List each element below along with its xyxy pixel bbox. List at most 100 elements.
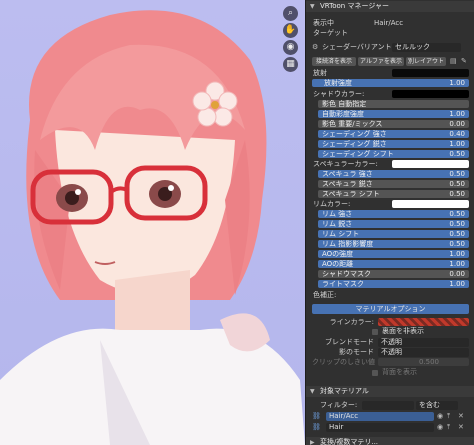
- setting-slider[interactable]: ライトマスク 1.00: [318, 280, 469, 288]
- chevron-down-icon: ▼: [310, 388, 315, 395]
- chevron-down-icon: ▼: [310, 3, 315, 10]
- setting-label: リム 鋭さ: [322, 220, 353, 228]
- emission-strength-value: 1.00: [449, 79, 465, 87]
- setting-label: スペキュラ 強さ: [322, 170, 373, 178]
- setting-label: シェーディング 鋭さ: [322, 140, 387, 148]
- filter-mode-dropdown[interactable]: を含む: [416, 401, 458, 410]
- edit-icon[interactable]: ✎: [461, 57, 467, 66]
- link-icon: ⛓: [312, 412, 321, 420]
- setting-slider[interactable]: シェーディング 鋭さ 1.00: [318, 140, 469, 148]
- rim-color-row: リムカラー:: [306, 200, 474, 209]
- setting-slider[interactable]: 影色 自動指定: [318, 100, 469, 108]
- panel-header[interactable]: ▼ VRToon マネージャー: [306, 1, 474, 12]
- setting-slider[interactable]: リム 鋭さ 0.50: [318, 220, 469, 228]
- display-label: 表示中: [313, 19, 334, 27]
- folder-icon[interactable]: ▤: [450, 57, 457, 66]
- blend-mode-dropdown[interactable]: 不透明: [378, 338, 469, 347]
- delete-icon[interactable]: ✕: [458, 423, 464, 432]
- setting-slider[interactable]: スペキュラ 鋭さ 0.50: [318, 180, 469, 188]
- setting-slider[interactable]: リム 指影影響度 0.50: [318, 240, 469, 248]
- setting-slider[interactable]: シャドウマスク 0.00: [318, 270, 469, 278]
- shadow-mode-label: 影のモード: [339, 348, 374, 356]
- display-value: Hair/Acc: [374, 19, 404, 27]
- specular-color-swatch[interactable]: [392, 160, 469, 168]
- filter-label: フィルター:: [320, 401, 358, 409]
- camera-icon[interactable]: ◉: [283, 40, 298, 55]
- color-correction-row: 色補正:: [306, 291, 474, 300]
- setting-slider[interactable]: スペキュラ 強さ 0.50: [318, 170, 469, 178]
- filter-input[interactable]: [362, 401, 414, 410]
- specular-color-row: スペキュラーカラー:: [306, 160, 474, 169]
- grid-icon[interactable]: ▦: [283, 57, 298, 72]
- 3d-viewport[interactable]: ⌕ ✋ ◉ ▦: [0, 0, 305, 445]
- setting-slider[interactable]: AOの距離 1.00: [318, 260, 469, 268]
- setting-label: スペキュラ 鋭さ: [322, 180, 373, 188]
- transform-title: 変換/複数マテリ...: [320, 438, 379, 445]
- eye-icon[interactable]: ◉: [437, 412, 443, 421]
- setting-label: シェーディング 強さ: [322, 130, 387, 138]
- backface-show-checkbox[interactable]: [372, 370, 378, 376]
- material-row-0[interactable]: ⛓ Hair/Acc ◉ ⤒ ✕: [306, 412, 474, 421]
- setting-value: 0.50: [449, 220, 465, 228]
- setting-slider[interactable]: AOの強度 1.00: [318, 250, 469, 258]
- clip-threshold-label: クリップのしきい値: [312, 358, 375, 366]
- line-color-swatch[interactable]: [378, 318, 469, 326]
- setting-value: 1.00: [449, 260, 465, 268]
- shade-color-swatch[interactable]: [392, 90, 469, 98]
- setting-value: 0.00: [449, 270, 465, 278]
- eye-icon[interactable]: ◉: [437, 423, 443, 432]
- setting-value: 1.00: [449, 280, 465, 288]
- contour-button[interactable]: 接続済を表示: [312, 57, 356, 66]
- setting-label: シェーディング シフト: [322, 150, 394, 158]
- specular-color-label: スペキュラーカラー:: [313, 160, 378, 168]
- panel-title: VRToon マネージャー: [320, 2, 389, 10]
- magnify-icon[interactable]: ⌕: [283, 6, 298, 21]
- shadow-mode-dropdown[interactable]: 不透明: [378, 348, 469, 357]
- setting-label: 影色 自動指定: [322, 100, 367, 108]
- target-row: ターゲット: [306, 29, 474, 38]
- up-arrow-icon[interactable]: ⤒: [447, 412, 450, 421]
- clip-threshold-field[interactable]: 0.500: [378, 358, 469, 366]
- setting-value: 0.50: [449, 170, 465, 178]
- material-name-field[interactable]: Hair: [326, 423, 434, 432]
- setting-label: 影色 重要/ミックス: [322, 120, 383, 128]
- material-options-button[interactable]: マテリアルオプション: [312, 304, 469, 314]
- color-correction-label: 色補正:: [313, 291, 337, 299]
- setting-label: ライトマスク: [322, 280, 364, 288]
- setting-slider[interactable]: シェーディング シフト 0.50: [318, 150, 469, 158]
- emission-color-swatch[interactable]: [392, 69, 469, 77]
- emission-label: 放射: [313, 69, 327, 77]
- shade-color-label: シャドウカラー:: [313, 90, 365, 98]
- shader-icon: ⚙: [312, 43, 319, 51]
- target-material-title: 対象マテリアル: [320, 387, 369, 395]
- setting-label: AOの距離: [322, 260, 354, 268]
- setting-value: 1.00: [449, 110, 465, 118]
- emission-strength-slider[interactable]: 放射強度 1.00: [312, 79, 469, 87]
- up-arrow-icon[interactable]: ⤒: [447, 423, 450, 432]
- delete-icon[interactable]: ✕: [458, 412, 464, 421]
- setting-slider[interactable]: 影色 重要/ミックス 0.00: [318, 120, 469, 128]
- emission-row: 放射: [306, 69, 474, 78]
- alpha-button[interactable]: アルファを表示: [358, 57, 404, 66]
- blend-mode-label: ブレンドモード: [325, 338, 374, 346]
- setting-value: 0.40: [449, 130, 465, 138]
- setting-slider[interactable]: スペキュラ シフト 0.50: [318, 190, 469, 198]
- layout-button[interactable]: 別レイアウト: [406, 57, 446, 66]
- material-row-1[interactable]: ⛓ Hair ◉ ⤒ ✕: [306, 423, 474, 432]
- rim-color-swatch[interactable]: [392, 200, 469, 208]
- backface-hide-checkbox[interactable]: [372, 329, 378, 335]
- backface-show-label: 背面を表示: [382, 368, 417, 376]
- shader-variant-row: ⚙ シェーダーバリアント セルルック: [306, 43, 474, 52]
- setting-slider[interactable]: リム シフト 0.50: [318, 230, 469, 238]
- setting-slider[interactable]: シェーディング 強さ 0.40: [318, 130, 469, 138]
- transform-header[interactable]: ▶ 変換/複数マテリ...: [306, 437, 474, 445]
- target-material-header[interactable]: ▼ 対象マテリアル: [306, 386, 474, 397]
- shader-variant-dropdown[interactable]: セルルック: [392, 43, 461, 52]
- setting-value: 1.00: [449, 140, 465, 148]
- setting-slider[interactable]: リム 強さ 0.50: [318, 210, 469, 218]
- hand-icon[interactable]: ✋: [283, 23, 298, 38]
- setting-slider[interactable]: 自動彩度強度 1.00: [318, 110, 469, 118]
- setting-label: リム シフト: [322, 230, 360, 238]
- display-row: 表示中 Hair/Acc: [306, 19, 474, 28]
- material-name-field[interactable]: Hair/Acc: [326, 412, 434, 421]
